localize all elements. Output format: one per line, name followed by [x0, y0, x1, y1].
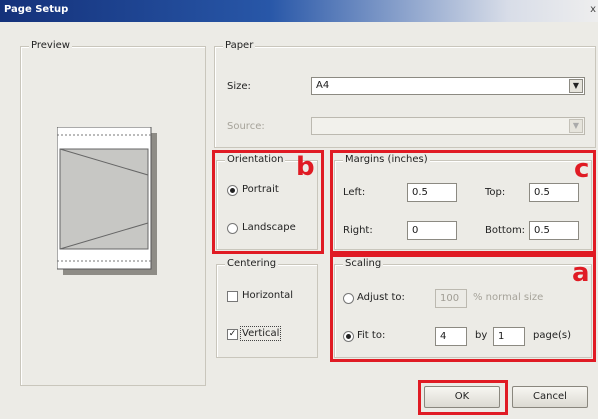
- source-label: Source:: [227, 121, 265, 132]
- centering-group: Centering Horizontal ✓ Vertical: [216, 258, 318, 358]
- horizontal-label[interactable]: Horizontal: [242, 290, 293, 301]
- paper-legend: Paper: [223, 40, 256, 51]
- centering-legend: Centering: [225, 258, 279, 269]
- margin-bottom-input[interactable]: 0.5: [529, 221, 579, 240]
- paper-size-value: A4: [316, 80, 330, 91]
- scaling-legend: Scaling: [343, 258, 384, 269]
- preview-group: Preview: [20, 40, 206, 386]
- fit-wide-input[interactable]: 4: [435, 327, 467, 346]
- margin-left-input[interactable]: 0.5: [407, 183, 457, 202]
- close-icon[interactable]: x: [590, 4, 596, 15]
- landscape-radio[interactable]: [227, 223, 238, 234]
- vertical-label[interactable]: Vertical: [239, 326, 282, 341]
- cancel-button[interactable]: Cancel: [512, 386, 588, 408]
- ok-button[interactable]: OK: [424, 386, 500, 408]
- vertical-checkbox[interactable]: ✓: [227, 329, 238, 340]
- adjust-to-radio[interactable]: [343, 293, 354, 304]
- preview-legend: Preview: [29, 40, 72, 51]
- dialog-body: Preview Paper Size: A4 ▼ Source: ▼ Orien…: [0, 22, 598, 419]
- adjust-suffix: % normal size: [473, 292, 544, 303]
- fit-to-radio[interactable]: [343, 331, 354, 342]
- margins-group: Margins (inches) Left: 0.5 Top: 0.5 Righ…: [334, 154, 592, 250]
- page-preview-image: [57, 127, 157, 275]
- margin-right-label: Right:: [343, 225, 373, 236]
- pages-suffix: page(s): [533, 330, 571, 341]
- scaling-group: Scaling Adjust to: 100 % normal size Fit…: [334, 258, 592, 358]
- paper-source-select[interactable]: ▼: [311, 117, 585, 135]
- adjust-to-label[interactable]: Adjust to:: [357, 292, 405, 303]
- margin-bottom-label: Bottom:: [485, 225, 526, 236]
- horizontal-checkbox[interactable]: [227, 291, 238, 302]
- chevron-down-icon[interactable]: ▼: [569, 119, 583, 133]
- margin-top-label: Top:: [485, 187, 506, 198]
- portrait-label[interactable]: Portrait: [242, 184, 279, 195]
- by-label: by: [475, 330, 488, 341]
- annotation-label-c: c: [574, 154, 590, 184]
- window-title: Page Setup: [4, 4, 69, 15]
- paper-group: Paper Size: A4 ▼ Source: ▼: [214, 40, 596, 148]
- annotation-label-b: b: [296, 152, 315, 182]
- chevron-down-icon[interactable]: ▼: [569, 79, 583, 93]
- fit-tall-input[interactable]: 1: [493, 327, 525, 346]
- size-label: Size:: [227, 81, 251, 92]
- title-bar[interactable]: Page Setup x: [0, 0, 598, 22]
- fit-to-label[interactable]: Fit to:: [357, 330, 385, 341]
- adjust-to-input[interactable]: 100: [435, 289, 467, 308]
- landscape-label[interactable]: Landscape: [242, 222, 296, 233]
- margin-right-input[interactable]: 0: [407, 221, 457, 240]
- margin-left-label: Left:: [343, 187, 366, 198]
- portrait-radio[interactable]: [227, 185, 238, 196]
- annotation-label-a: a: [572, 258, 590, 288]
- paper-size-select[interactable]: A4 ▼: [311, 77, 585, 95]
- margin-top-input[interactable]: 0.5: [529, 183, 579, 202]
- margins-legend: Margins (inches): [343, 154, 430, 165]
- orientation-legend: Orientation: [225, 154, 286, 165]
